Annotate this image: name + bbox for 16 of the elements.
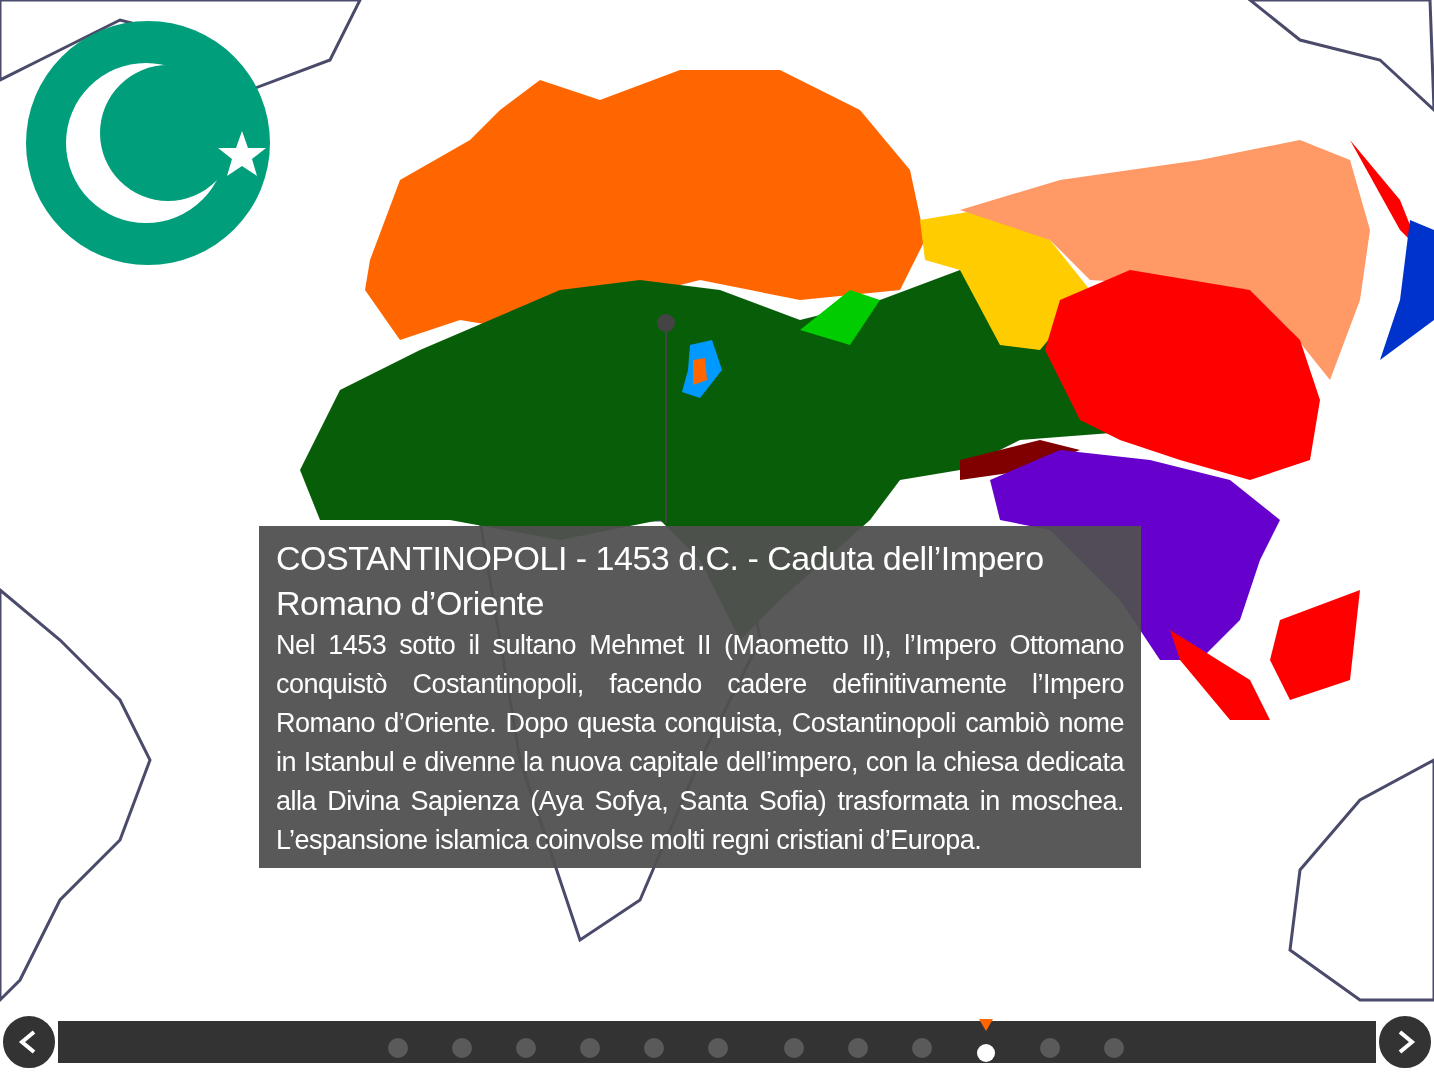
timeline-dot[interactable]	[848, 1038, 868, 1058]
timeline-dot[interactable]	[912, 1038, 932, 1058]
panel-text: Nel 1453 sotto il sultano Mehmet II (Maometto II), l’Impero Ottomano conquistò Costantinopoli, facendo cadere definitivamente l’Impero Romano d’Oriente. Dopo questa conquista, Costantinopoli cambiò nome in Istanbul e divenne la nuova capitale dell’impero, con la chiesa dedicata alla Divina Sapienza (Aya Sofya, Santa Sofia) trasformata in moschea. L’espansione islamica coinvolse molti regni cristiani d’Europa.	[276, 629, 1124, 857]
timeline-dot[interactable]	[977, 1044, 995, 1062]
timeline-dot[interactable]	[784, 1038, 804, 1058]
timeline-dot[interactable]	[644, 1038, 664, 1058]
timeline-dot[interactable]	[516, 1038, 536, 1058]
panel-title: COSTANTINOPOLI - 1453 d.C. - Caduta dell’Impero Romano d’Oriente	[276, 538, 1045, 624]
timeline-dot[interactable]	[1040, 1038, 1060, 1058]
current-marker-icon	[979, 1019, 993, 1031]
timeline-dot[interactable]	[1104, 1038, 1124, 1058]
timeline-dot[interactable]	[452, 1038, 472, 1058]
crescent-star-emblem-icon	[26, 21, 270, 265]
timeline-dot[interactable]	[708, 1038, 728, 1058]
timeline-dot[interactable]	[580, 1038, 600, 1058]
timeline-dot[interactable]	[388, 1038, 408, 1058]
